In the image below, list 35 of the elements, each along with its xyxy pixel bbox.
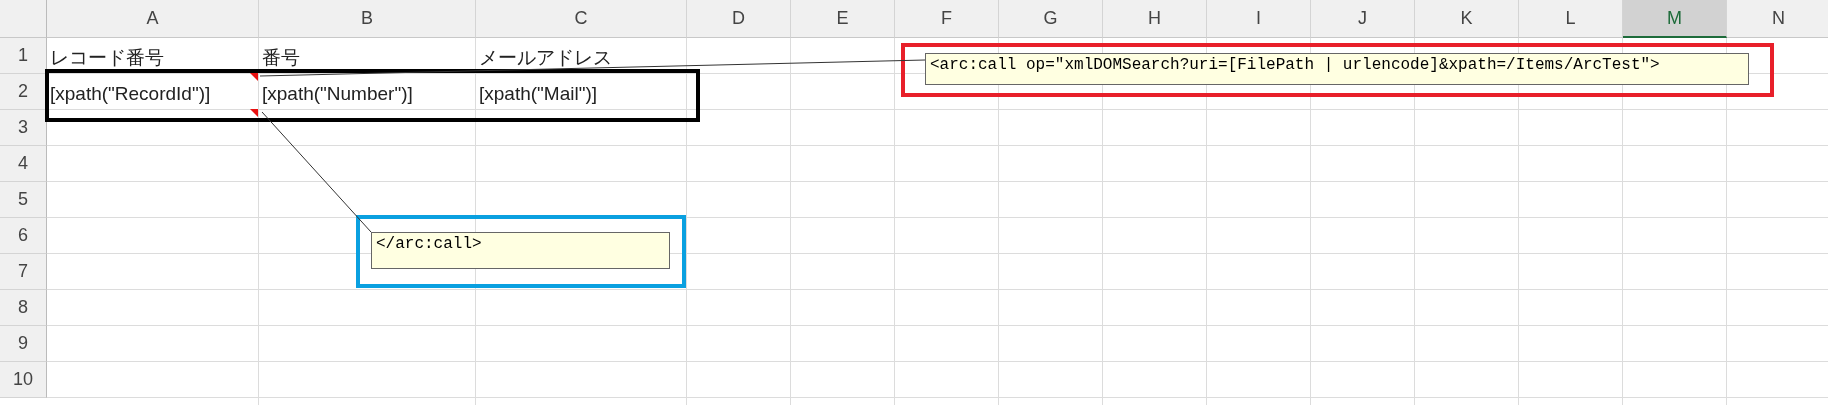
column-header[interactable]: G [999,0,1103,38]
row-header[interactable]: 1 [0,38,47,74]
row-header[interactable]: 9 [0,326,47,362]
column-header[interactable]: H [1103,0,1207,38]
table-cell-text: [xpath("Mail")] [479,81,598,106]
comment-indicator-icon [250,73,258,81]
row-header[interactable]: 5 [0,182,47,218]
column-header[interactable]: J [1311,0,1415,38]
column-header[interactable]: A [47,0,259,38]
comment-indicator-icon [250,109,258,117]
column-header[interactable]: F [895,0,999,38]
select-all-corner[interactable] [0,0,47,38]
row-header[interactable]: 2 [0,74,47,110]
comment-box[interactable]: <arc:call op="xmlDOMSearch?uri=[FilePath | urlencode]&xpath=/Items/ArcTest"> [925,53,1749,85]
column-header[interactable]: E [791,0,895,38]
row-header[interactable]: 3 [0,110,47,146]
row-header[interactable]: 8 [0,290,47,326]
table-cell-text: メールアドレス [479,45,612,70]
row-header[interactable]: 7 [0,254,47,290]
comment-box[interactable]: </arc:call> [371,232,670,269]
column-header[interactable]: M [1623,0,1727,38]
table-cell-text: [xpath("RecordId")] [50,81,211,106]
row-header[interactable]: 10 [0,362,47,398]
table-cell-text: レコード番号 [50,45,164,70]
column-header[interactable]: B [259,0,476,38]
column-header[interactable]: I [1207,0,1311,38]
column-header[interactable]: L [1519,0,1623,38]
column-header[interactable]: C [476,0,687,38]
row-header[interactable]: 6 [0,218,47,254]
column-header[interactable]: D [687,0,791,38]
column-header[interactable]: N [1727,0,1828,38]
table-cell-text: [xpath("Number")] [262,81,413,106]
row-header[interactable]: 4 [0,146,47,182]
column-header[interactable]: K [1415,0,1519,38]
table-cell-text: 番号 [262,45,300,70]
